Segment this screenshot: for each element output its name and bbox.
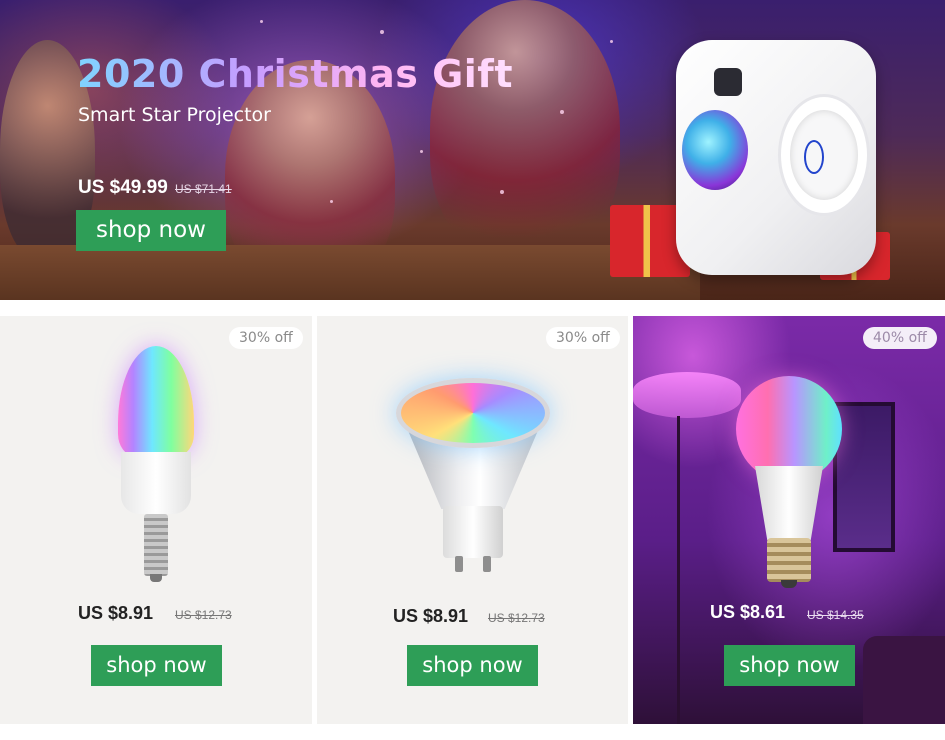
projector-lens-icon bbox=[682, 110, 748, 190]
sparkle-dot bbox=[330, 200, 333, 203]
bulb-pin bbox=[483, 556, 491, 572]
product-old-price: US $12.73 bbox=[488, 611, 545, 625]
wall-picture-frame bbox=[833, 402, 895, 552]
projector-camera-icon bbox=[714, 68, 742, 96]
bulb-screw-base bbox=[767, 538, 811, 582]
bulb-screw-base bbox=[144, 514, 168, 576]
sparkle-dot bbox=[500, 190, 504, 194]
hero-old-price: US $71.41 bbox=[175, 182, 232, 196]
bulb-glow bbox=[396, 378, 550, 448]
hero-banner[interactable]: 2020 Christmas Gift Smart Star Projector… bbox=[0, 0, 945, 300]
promo-page: 2020 Christmas Gift Smart Star Projector… bbox=[0, 0, 945, 740]
discount-badge: 30% off bbox=[229, 327, 303, 349]
sparkle-dot bbox=[560, 110, 564, 114]
bulb-tip bbox=[150, 574, 162, 582]
bulb-pin bbox=[455, 556, 463, 572]
product-card-a19-bulb[interactable]: 40% off US $8.61 US $14.35 shop now bbox=[633, 316, 945, 724]
sparkle-dot bbox=[260, 20, 263, 23]
hero-background-person-right bbox=[430, 0, 620, 260]
projector-button-housing bbox=[790, 110, 858, 200]
shop-now-button[interactable]: shop now bbox=[91, 645, 222, 686]
power-button-icon bbox=[804, 140, 824, 174]
floor-lamp-shade bbox=[633, 372, 741, 418]
product-old-price: US $12.73 bbox=[175, 608, 232, 622]
sofa bbox=[863, 636, 945, 724]
product-card-candle-bulb[interactable]: 30% off US $8.91 US $12.73 shop now bbox=[0, 316, 312, 724]
bulb-base bbox=[443, 506, 503, 558]
product-card-gu10-bulb[interactable]: 30% off US $8.91 US $12.73 shop now bbox=[317, 316, 628, 724]
star-projector-image bbox=[676, 40, 876, 275]
hero-subtitle: Smart Star Projector bbox=[78, 104, 271, 126]
sparkle-dot bbox=[420, 150, 423, 153]
bulb-tip bbox=[781, 580, 797, 588]
bulb-glow bbox=[118, 346, 194, 456]
shop-now-button[interactable]: shop now bbox=[407, 645, 538, 686]
bulb-neck bbox=[755, 466, 823, 540]
sparkle-dot bbox=[610, 40, 613, 43]
product-price: US $8.91 bbox=[78, 603, 154, 623]
product-old-price: US $14.35 bbox=[807, 608, 864, 622]
discount-badge: 30% off bbox=[546, 327, 620, 349]
product-price: US $8.91 bbox=[393, 606, 469, 626]
floor-lamp-pole bbox=[677, 416, 680, 724]
hero-title: 2020 Christmas Gift bbox=[77, 52, 513, 96]
bulb-body bbox=[121, 452, 191, 514]
shop-now-button[interactable]: shop now bbox=[724, 645, 855, 686]
sparkle-dot bbox=[380, 30, 384, 34]
hero-price: US $49.99 bbox=[78, 177, 168, 198]
product-price: US $8.61 bbox=[710, 602, 786, 622]
hero-shop-now-button[interactable]: shop now bbox=[76, 210, 226, 251]
hero-table bbox=[0, 245, 700, 300]
discount-badge: 40% off bbox=[863, 327, 937, 349]
